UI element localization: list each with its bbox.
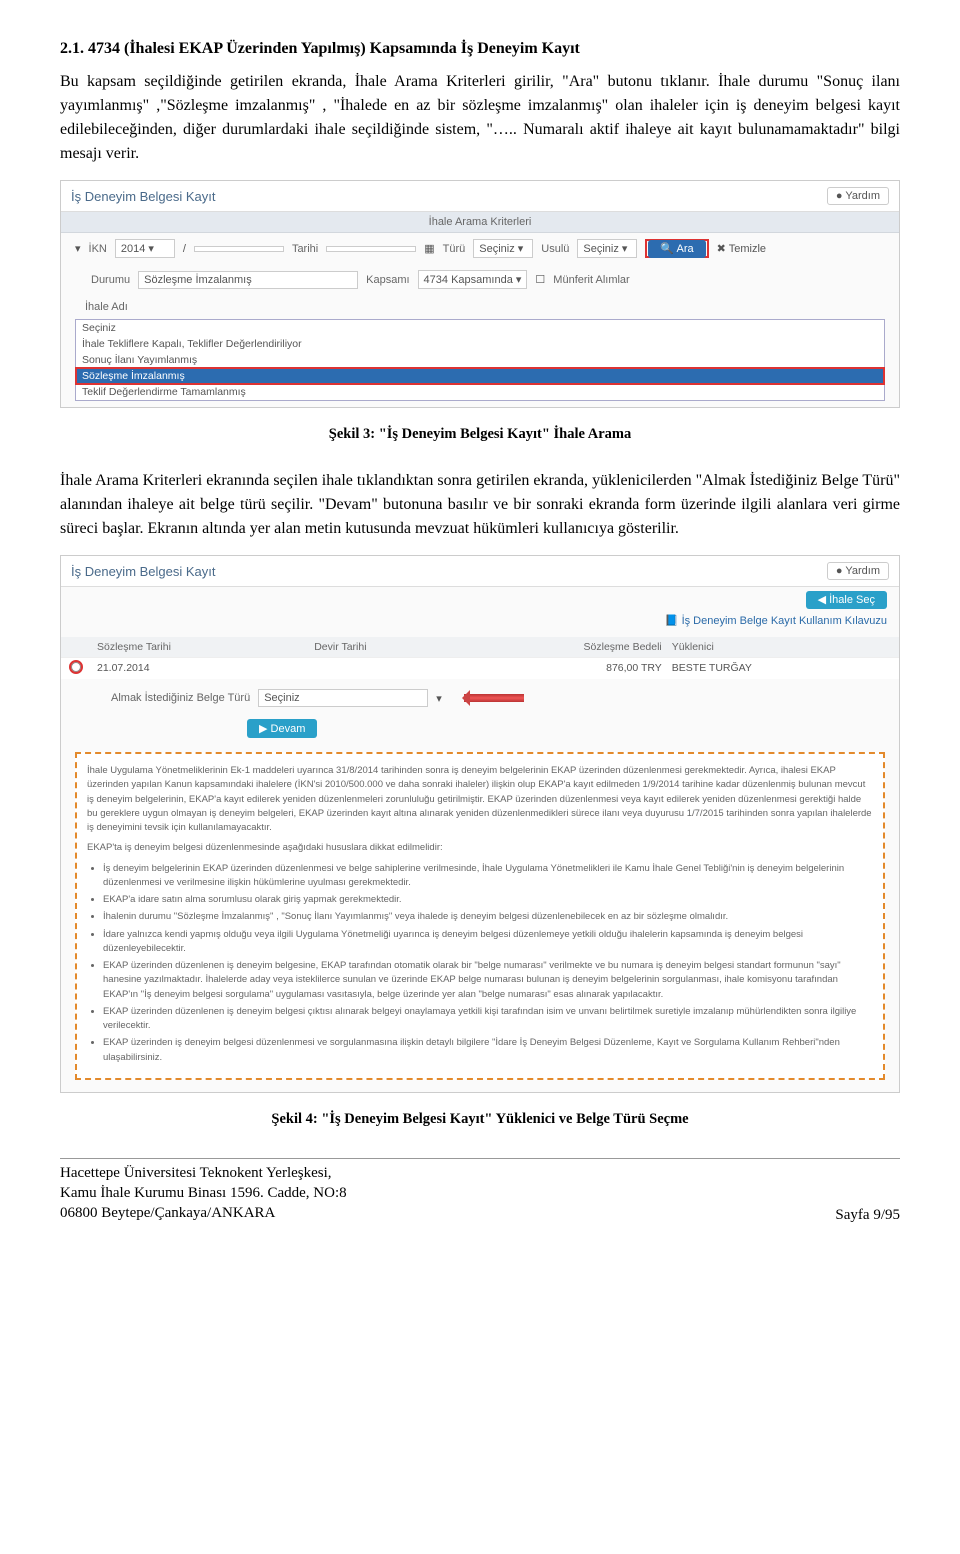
list-item: EKAP üzerinden iş deneyim belgesi düzenl… — [103, 1036, 873, 1065]
help-button[interactable]: ● Yardım — [827, 187, 889, 205]
clear-button[interactable]: ✖ Temizle — [717, 242, 766, 255]
list-item: İş deneyim belgelerinin EKAP üzerinden d… — [103, 862, 873, 891]
almak-label: Almak İstediğiniz Belge Türü — [111, 692, 250, 704]
durumu-label: Durumu — [91, 274, 130, 286]
list-item: EKAP üzerinden düzenlenen iş deneyim bel… — [103, 1005, 873, 1034]
panel-title: İş Deneyim Belgesi Kayıt — [71, 189, 216, 204]
usulu-select[interactable]: Seçiniz ▾ — [577, 239, 637, 258]
manual-link[interactable]: 📘 İş Deneyim Belge Kayıt Kullanım Kılavu… — [665, 615, 887, 627]
table-row[interactable]: 21.07.2014 876,00 TRY BESTE TURĞAY — [61, 657, 899, 679]
devam-button[interactable]: ▶ Devam — [247, 719, 317, 738]
ikn-input[interactable] — [194, 246, 284, 252]
status-dropdown[interactable]: Seçiniz İhale Tekliflere Kapalı, Teklifl… — [75, 319, 885, 401]
regulation-notice: İhale Uygulama Yönetmeliklerinin Ek-1 ma… — [75, 752, 885, 1080]
page-number: Sayfa 9/95 — [835, 1207, 900, 1224]
criteria-band: İhale Arama Kriterleri — [61, 212, 899, 233]
col-bedel: Sözleşme Bedeli — [531, 641, 671, 653]
section-heading: 2.1. 4734 (İhalesi EKAP Üzerinden Yapılm… — [60, 40, 900, 58]
kapsami-label: Kapsamı — [366, 274, 409, 286]
turu-select[interactable]: Seçiniz ▾ — [473, 239, 533, 258]
row-radio[interactable] — [71, 662, 81, 672]
pointer-arrow — [464, 694, 524, 702]
help-button-2[interactable]: ● Yardım — [827, 562, 889, 580]
kapsami-select[interactable]: 4734 Kapsamında ▾ — [418, 270, 528, 289]
search-button[interactable]: 🔍 Ara — [648, 240, 705, 258]
year-select[interactable]: 2014 ▾ — [115, 239, 175, 258]
paragraph-1: Bu kapsam seçildiğinde getirilen ekranda… — [60, 70, 900, 166]
date-input[interactable] — [326, 246, 416, 252]
caption-2: Şekil 4: "İş Deneyim Belgesi Kayıt" Yükl… — [60, 1111, 900, 1128]
durumu-select[interactable]: Sözleşme İmzalanmış — [138, 271, 358, 289]
list-item: EKAP'a idare satın alma sorumlusu olarak… — [103, 893, 873, 907]
col-devir-tarihi: Devir Tarihi — [314, 641, 531, 653]
usulu-label: Usulü — [541, 243, 569, 255]
turu-label: Türü — [443, 243, 466, 255]
calendar-icon[interactable]: ▦ — [424, 242, 434, 255]
panel-title-2: İş Deneyim Belgesi Kayıt — [71, 564, 216, 579]
col-yuklenici: Yüklenici — [672, 641, 889, 653]
belge-turu-select[interactable]: Seçiniz — [258, 689, 428, 707]
munferit-checkbox[interactable]: ☐ — [535, 273, 545, 286]
list-item: İhalenin durumu "Sözleşme İmzalanmış" , … — [103, 910, 873, 924]
ikn-label: İKN — [89, 243, 107, 255]
list-item: EKAP üzerinden düzenlenen iş deneyim bel… — [103, 959, 873, 1002]
paragraph-2: İhale Arama Kriterleri ekranında seçilen… — [60, 469, 900, 541]
caption-1: Şekil 3: "İş Deneyim Belgesi Kayıt" İhal… — [60, 426, 900, 443]
ihale-sec-button[interactable]: ◀ İhale Seç — [806, 591, 887, 609]
figure-2: İş Deneyim Belgesi Kayıt ● Yardım ◀ İhal… — [60, 555, 900, 1093]
tarihi-label: Tarihi — [292, 243, 318, 255]
ihaleadi-label: İhale Adı — [85, 301, 128, 313]
list-item: İdare yalnızca kendi yapmış olduğu veya … — [103, 928, 873, 957]
col-sozlesme-tarihi: Sözleşme Tarihi — [97, 641, 314, 653]
page-footer: Hacettepe Üniversitesi Teknokent Yerleşk… — [60, 1158, 900, 1224]
figure-1: İş Deneyim Belgesi Kayıt ● Yardım İhale … — [60, 180, 900, 408]
